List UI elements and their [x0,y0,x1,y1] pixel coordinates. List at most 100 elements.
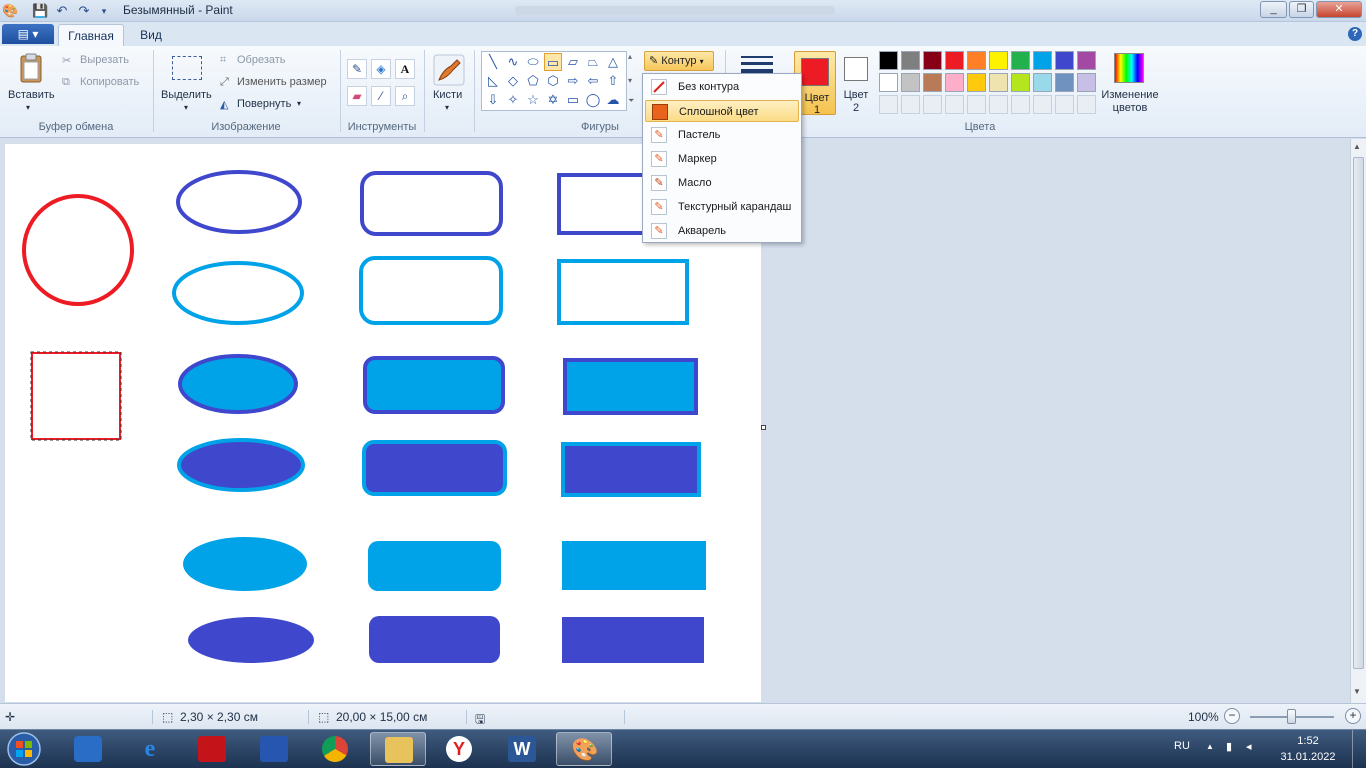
color2-swatch[interactable] [844,57,868,81]
taskbar-paint[interactable]: 🎨 [556,732,612,766]
palette-swatch[interactable] [967,51,986,70]
six-point-star-shape-icon[interactable]: ✡ [544,91,562,109]
rectangle-shape-icon[interactable]: ▭ [544,53,562,71]
outline-button[interactable]: ✎ Контур ▾ [644,51,714,71]
brushes-dropdown-icon[interactable]: ▾ [445,103,449,112]
polygon-shape-icon[interactable]: ⏢ [584,53,602,71]
close-button[interactable]: ✕ [1316,1,1362,18]
redo-icon[interactable]: ↷ [76,3,92,19]
taskbar-chrome[interactable] [308,732,364,766]
curve-shape-icon[interactable]: ∿ [504,53,522,71]
shapes-expand-icon[interactable]: ⏷ [628,96,634,106]
palette-empty-swatch[interactable] [1033,95,1052,114]
pentagon-shape-icon[interactable]: ⬠ [524,72,542,90]
menu-item-crayon[interactable]: ✎ Пастель [645,124,799,146]
palette-swatch[interactable] [989,51,1008,70]
minimize-button[interactable]: _ [1260,1,1287,18]
show-desktop-button[interactable] [1352,730,1366,768]
edit-colors-icon[interactable] [1114,53,1144,83]
palette-swatch[interactable] [923,51,942,70]
menu-item-no-outline[interactable]: Без контура [645,76,799,98]
up-arrow-shape-icon[interactable]: ⇧ [604,72,622,90]
text-icon[interactable]: A [395,59,415,79]
color-picker-icon[interactable]: ⁄ [371,86,391,106]
palette-swatch[interactable] [945,51,964,70]
select-button[interactable]: Выделить [161,89,212,101]
menu-item-oil[interactable]: ✎ Масло [645,172,799,194]
scroll-down-icon[interactable]: ▼ [1353,687,1361,696]
color2-label[interactable]: Цвет 2 [843,89,869,115]
scroll-up-icon[interactable]: ▲ [1353,142,1361,151]
menu-item-solid-color[interactable]: Сплошной цвет [645,100,799,122]
clock-date[interactable]: 31.01.2022 [1278,751,1338,763]
palette-swatch[interactable] [1055,51,1074,70]
paint-app-icon[interactable]: 🎨 [2,3,18,19]
palette-swatch[interactable] [923,73,942,92]
customize-quickaccess-icon[interactable]: ▾ [96,3,112,19]
eraser-icon[interactable]: ▰ [347,86,367,106]
right-arrow-shape-icon[interactable]: ⇨ [564,72,582,90]
palette-swatch[interactable] [1011,51,1030,70]
paste-button[interactable]: Вставить [8,89,55,101]
line-shape-icon[interactable]: ╲ [484,53,502,71]
taskbar-internet-explorer[interactable]: e [122,732,178,766]
rounded-rect-shape-icon[interactable]: ▱ [564,53,582,71]
brushes-button[interactable]: Кисти [433,89,462,101]
palette-empty-swatch[interactable] [1055,95,1074,114]
size-icon[interactable] [741,56,773,58]
palette-swatch[interactable] [945,73,964,92]
rotate-button[interactable]: Повернуть [237,98,291,110]
start-button[interactable] [3,730,45,768]
palette-swatch[interactable] [1077,51,1096,70]
rotate-dropdown-icon[interactable]: ▾ [297,99,301,108]
four-point-star-shape-icon[interactable]: ✧ [504,91,522,109]
brush-icon[interactable] [433,54,465,86]
language-indicator[interactable]: RU [1174,740,1190,752]
left-arrow-shape-icon[interactable]: ⇦ [584,72,602,90]
taskbar-file-app[interactable] [246,732,302,766]
palette-empty-swatch[interactable] [989,95,1008,114]
palette-empty-swatch[interactable] [1011,95,1030,114]
palette-swatch[interactable] [1055,73,1074,92]
paste-icon[interactable] [16,52,48,84]
palette-swatch[interactable] [879,73,898,92]
zoom-slider-thumb[interactable] [1287,709,1296,724]
palette-empty-swatch[interactable] [945,95,964,114]
cloud-callout-shape-icon[interactable]: ☁ [604,91,622,109]
palette-swatch[interactable] [901,51,920,70]
menu-item-natural-pencil[interactable]: ✎ Текстурный карандаш [645,196,799,218]
select-icon[interactable] [172,56,202,80]
right-triangle-shape-icon[interactable]: ◺ [484,72,502,90]
shapes-scroll-down-icon[interactable]: ▾ [628,76,632,85]
palette-swatch[interactable] [1033,51,1052,70]
palette-empty-swatch[interactable] [967,95,986,114]
palette-swatch[interactable] [1011,73,1030,92]
palette-swatch[interactable] [1033,73,1052,92]
pencil-icon[interactable]: ✎ [347,59,367,79]
down-arrow-shape-icon[interactable]: ⇩ [484,91,502,109]
palette-swatch[interactable] [879,51,898,70]
cut-button[interactable]: Вырезать [80,54,129,66]
palette-empty-swatch[interactable] [923,95,942,114]
menu-item-watercolor[interactable]: ✎ Акварель [645,220,799,242]
help-icon[interactable]: ? [1348,27,1362,41]
volume-icon[interactable]: ◂ [1246,740,1252,753]
palette-empty-swatch[interactable] [879,95,898,114]
menu-item-marker[interactable]: ✎ Маркер [645,148,799,170]
fill-icon[interactable]: ◈ [371,59,391,79]
diamond-shape-icon[interactable]: ◇ [504,72,522,90]
palette-empty-swatch[interactable] [1077,95,1096,114]
tab-home[interactable]: Главная [58,24,124,46]
five-point-star-shape-icon[interactable]: ☆ [524,91,542,109]
taskbar-yandex[interactable]: Y [432,732,488,766]
palette-swatch[interactable] [1077,73,1096,92]
palette-swatch[interactable] [967,73,986,92]
oval-callout-shape-icon[interactable]: ◯ [584,91,602,109]
undo-icon[interactable]: ↶ [54,3,70,19]
palette-swatch[interactable] [901,73,920,92]
shapes-scroll-up-icon[interactable]: ▴ [628,52,632,61]
taskbar-pdf-reader[interactable] [184,732,240,766]
taskbar-word[interactable]: W [494,732,550,766]
rect-callout-shape-icon[interactable]: ▭ [564,91,582,109]
magnifier-icon[interactable]: ⌕ [395,86,415,106]
